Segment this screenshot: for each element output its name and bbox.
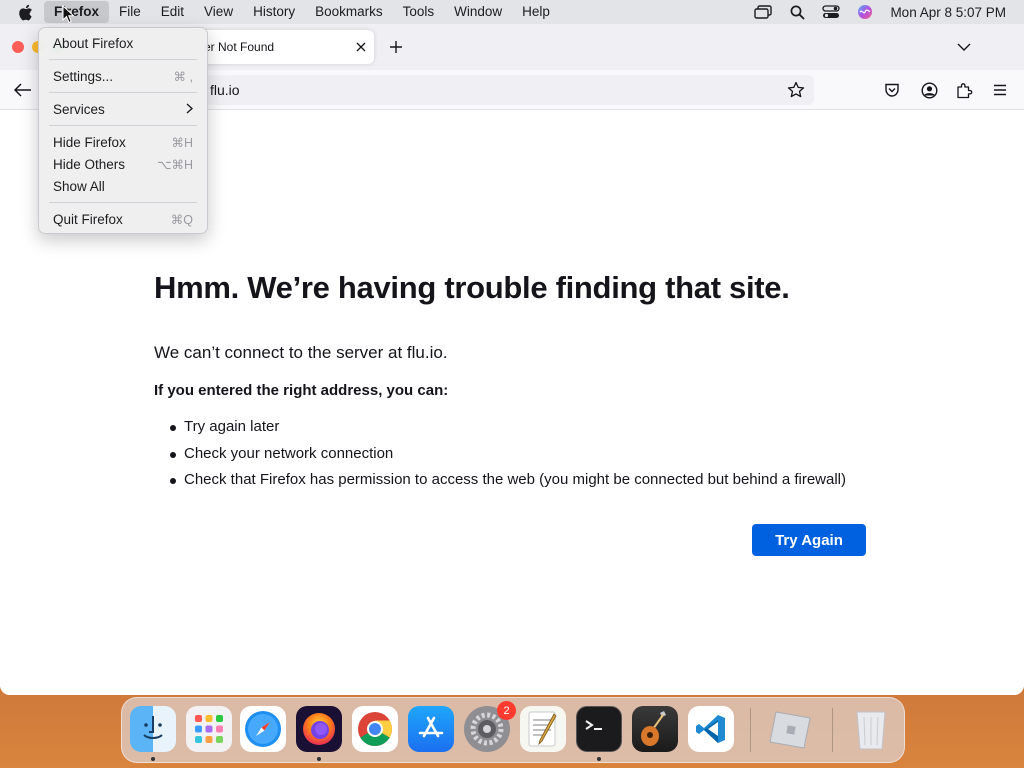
screen-mirroring-icon[interactable] [746,1,780,23]
url-text[interactable]: flu.io [210,82,240,98]
textedit-icon[interactable] [520,706,566,752]
menu-edit[interactable]: Edit [151,1,194,23]
menu-separator [49,202,197,203]
tab-close-icon[interactable] [348,34,374,60]
menu-help[interactable]: Help [512,1,560,23]
chrome-icon[interactable] [352,706,398,752]
menu-item-hide-others[interactable]: Hide Others ⌥⌘H [39,153,207,175]
url-bar[interactable]: flu.io [170,75,814,105]
menu-file[interactable]: File [109,1,151,23]
menubar-clock[interactable]: Mon Apr 8 5:07 PM [890,5,1006,20]
firefox-icon[interactable] [296,706,342,752]
menu-tools[interactable]: Tools [393,1,445,23]
menu-item-services[interactable]: Services [39,98,207,120]
error-subheading: If you entered the right address, you ca… [154,382,449,399]
menu-shortcut: ⌘H [171,135,193,150]
control-center-icon[interactable] [814,1,848,23]
menu-item-quit[interactable]: Quit Firefox ⌘Q [39,208,207,230]
menu-separator [49,92,197,93]
running-indicator [597,757,601,761]
suggestion-list: Try again later Check your network conne… [170,414,846,494]
menu-item-hide[interactable]: Hide Firefox ⌘H [39,131,207,153]
app-store-icon[interactable] [408,706,454,752]
new-tab-plus-icon[interactable] [384,35,408,59]
mouse-cursor-icon [62,4,75,29]
list-all-tabs-chevron-icon[interactable] [952,35,976,59]
list-item: Try again later [170,414,846,441]
close-window-button[interactable] [12,41,24,53]
try-again-button[interactable]: Try Again [752,524,866,556]
dock: 2 [121,697,905,763]
menu-item-label: Show All [53,178,105,194]
menu-item-label: Hide Firefox [53,134,126,150]
vscode-icon[interactable] [688,706,734,752]
account-avatar-icon[interactable] [917,78,941,102]
menu-bookmarks[interactable]: Bookmarks [305,1,393,23]
menu-shortcut: ⌘ , [173,69,193,84]
spotlight-search-icon[interactable] [780,1,814,23]
system-settings-gear-icon[interactable]: 2 [464,701,516,752]
notification-badge: 2 [497,701,516,720]
launchpad-icon[interactable] [186,706,232,752]
menu-shortcut: ⌘Q [170,212,193,227]
garageband-guitar-icon[interactable] [632,706,678,752]
menu-separator [49,125,197,126]
menu-item-label: Hide Others [53,156,126,172]
dock-divider [832,708,833,752]
pocket-icon[interactable] [880,78,904,102]
menu-window[interactable]: Window [444,1,512,23]
trash-icon[interactable] [848,706,894,752]
running-indicator [317,757,321,761]
hamburger-menu-icon[interactable] [988,78,1012,102]
bookmark-star-icon[interactable] [784,78,808,102]
tab-active[interactable]: er Not Found [190,30,374,64]
firefox-app-menu: About Firefox Settings... ⌘ , Services H… [38,27,208,234]
apple-menu-icon[interactable] [18,4,40,21]
menu-item-label: Quit Firefox [53,211,123,227]
menu-item-label: About Firefox [53,35,134,51]
menu-shortcut: ⌥⌘H [157,157,193,172]
menu-history[interactable]: History [243,1,305,23]
list-item: Check that Firefox has permission to acc… [170,467,846,494]
error-title: Hmm. We’re having trouble finding that s… [154,270,790,305]
chevron-right-icon [186,102,194,117]
menu-firefox[interactable]: Firefox [44,1,110,23]
terminal-icon[interactable] [576,706,622,752]
menu-separator [49,59,197,60]
menu-bar: Firefox File Edit View History Bookmarks… [0,0,1024,24]
roblox-icon[interactable] [764,706,818,752]
extensions-puzzle-icon[interactable] [952,78,976,102]
siri-icon[interactable] [848,1,882,23]
menu-item-settings[interactable]: Settings... ⌘ , [39,65,207,87]
tab-title: er Not Found [204,40,275,54]
list-item: Check your network connection [170,441,846,468]
back-arrow-icon[interactable] [10,77,36,103]
menu-item-label: Services [53,101,105,117]
menu-item-label: Settings... [53,68,114,84]
running-indicator [151,757,155,761]
menu-item-show-all[interactable]: Show All [39,175,207,197]
finder-icon[interactable] [130,706,176,752]
dock-divider [750,708,751,752]
safari-compass-icon[interactable] [240,706,286,752]
menu-item-about[interactable]: About Firefox [39,32,207,54]
menu-view[interactable]: View [194,1,243,23]
error-description: We can’t connect to the server at flu.io… [154,343,448,362]
